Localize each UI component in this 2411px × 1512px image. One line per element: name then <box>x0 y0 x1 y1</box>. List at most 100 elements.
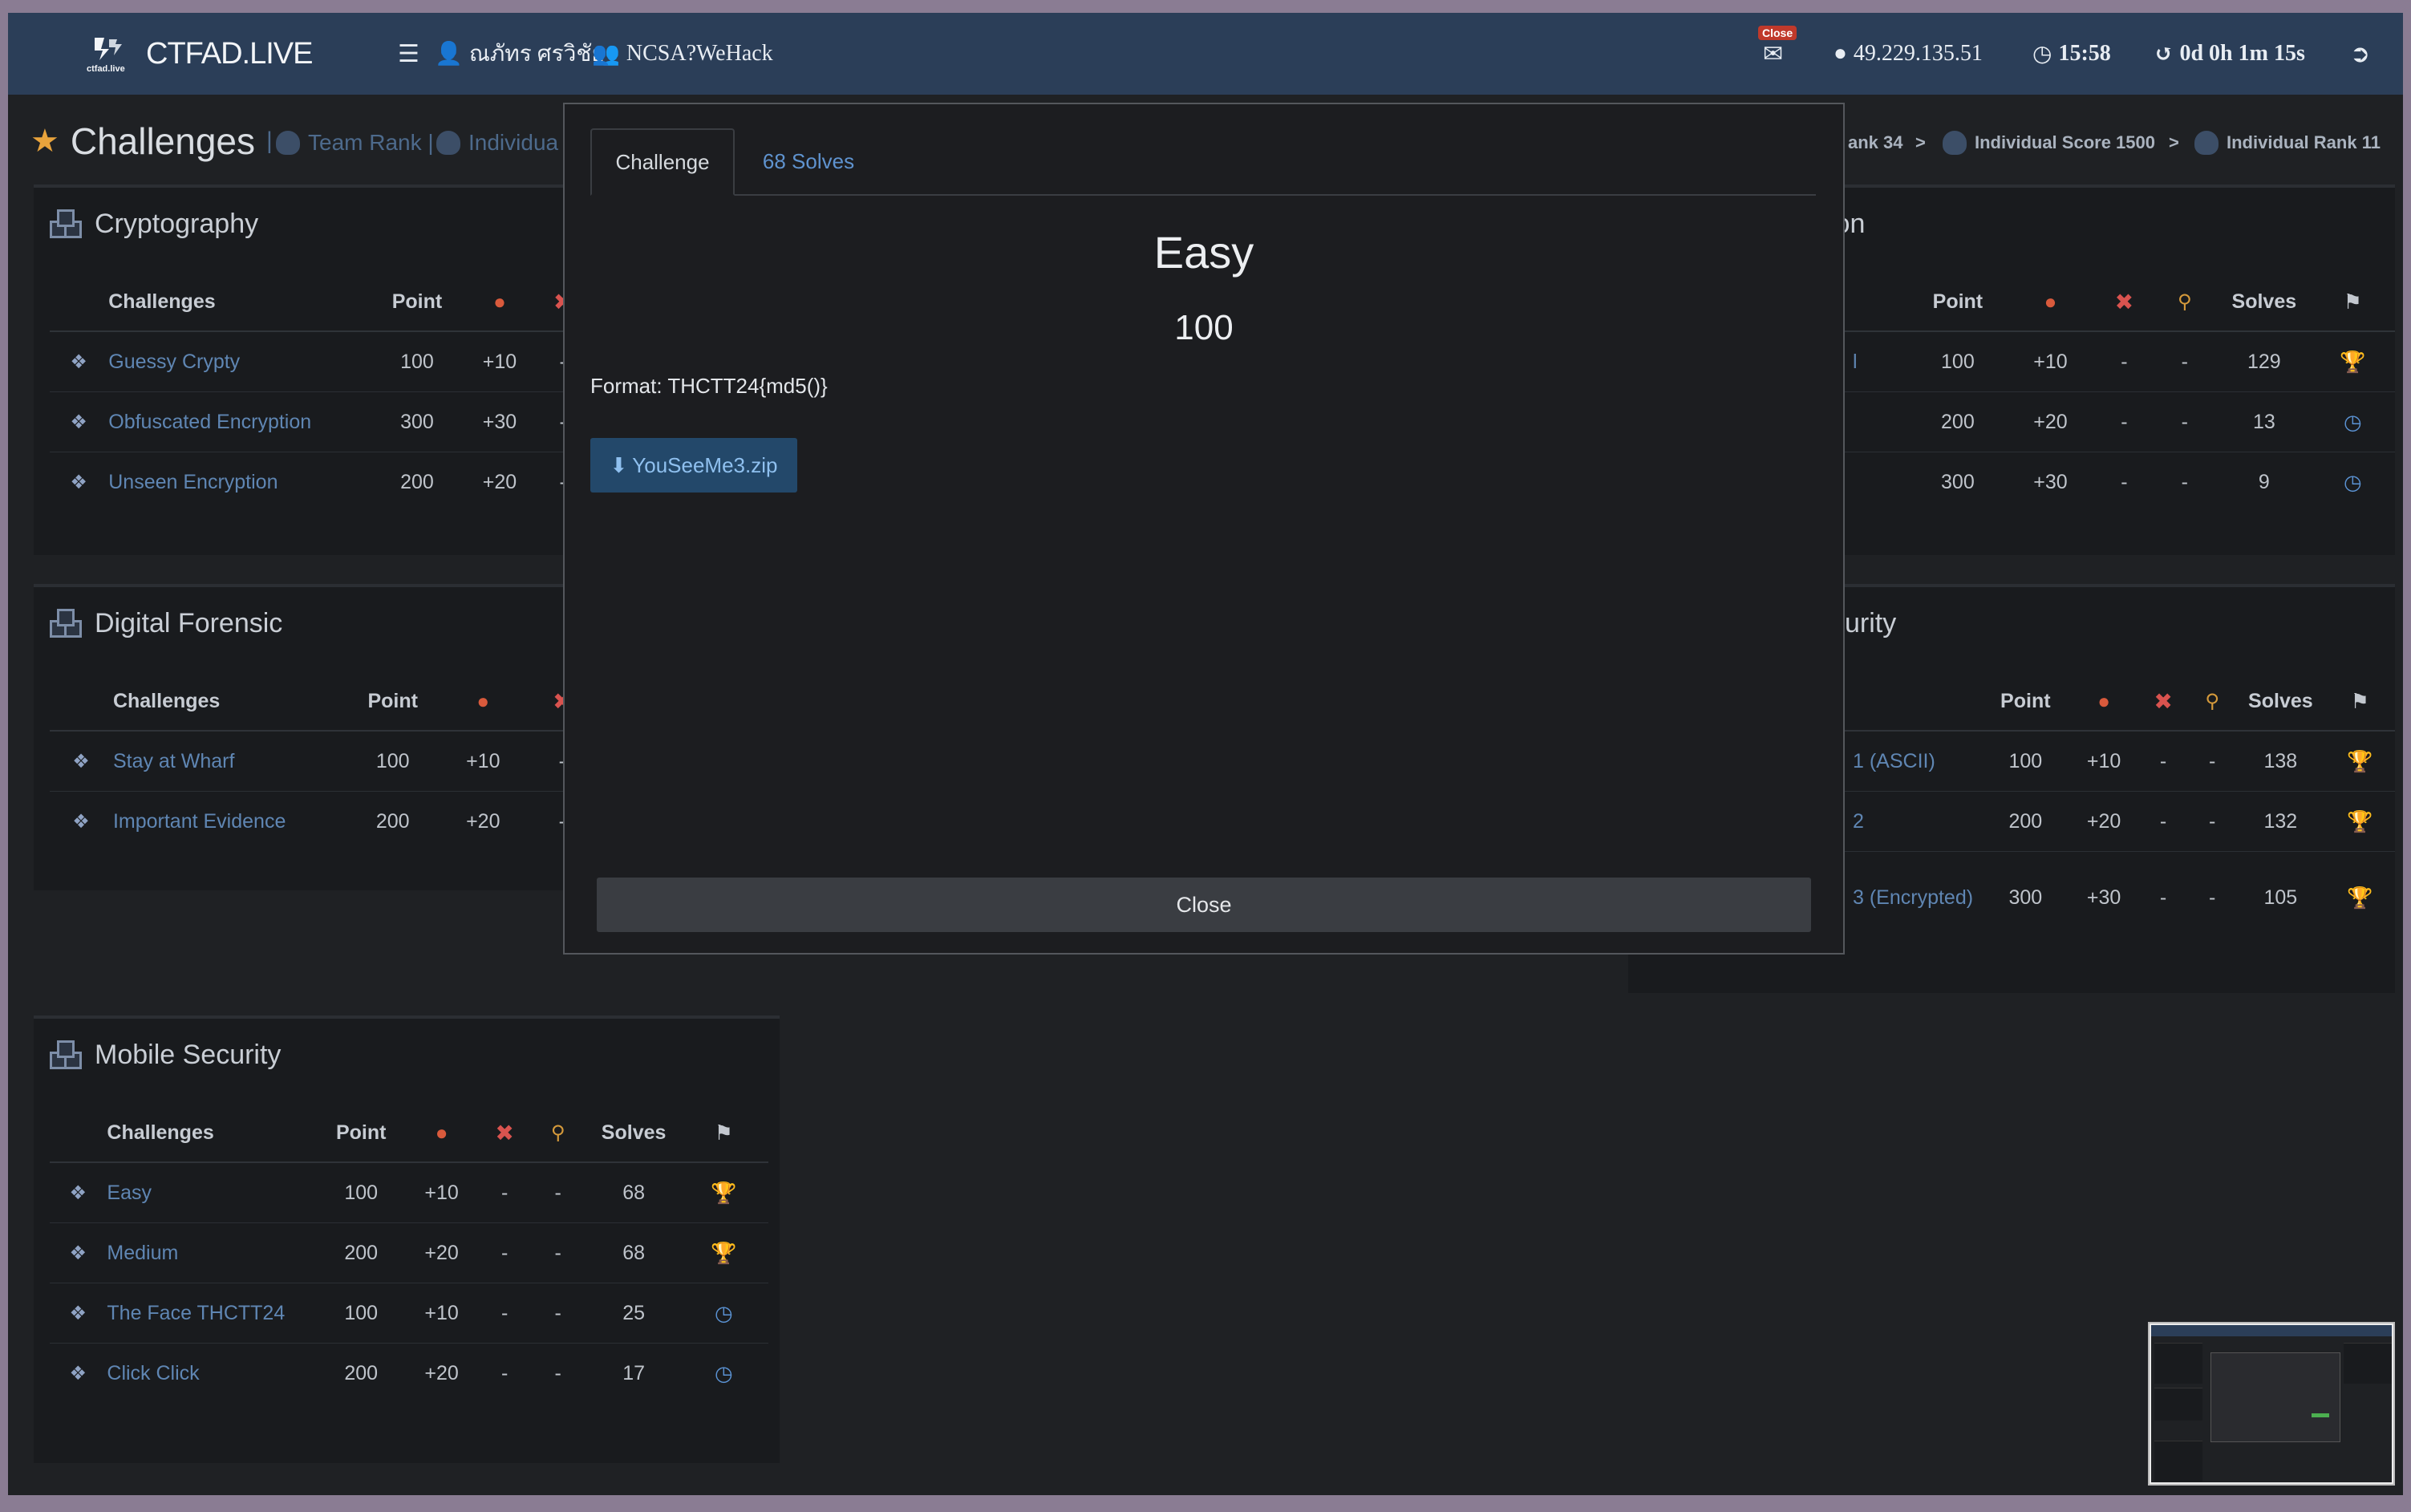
team-icon: 👥 <box>592 42 620 67</box>
wrong-cell: - <box>2097 452 2152 512</box>
drop-icon: ● <box>2004 273 2097 332</box>
challenge-link[interactable]: Unseen Encryption <box>107 452 366 512</box>
flag-icon: ⚑ <box>2324 672 2395 732</box>
col-solves: Solves <box>2236 672 2325 732</box>
breadcrumb-individual[interactable]: Individua <box>436 125 558 160</box>
key-icon: ⚲ <box>527 1104 589 1163</box>
trophy-icon: 🏆 <box>2324 851 2395 943</box>
modal-tab-bar: Challenge 68 Solves <box>590 128 1816 196</box>
flag-icon: ⚑ <box>2310 273 2395 332</box>
challenge-table: Challenges Point ● ✖ ❖ Stay at Wharf 100… <box>50 672 595 851</box>
brand-link[interactable]: ctfad.live CTFAD.LIVE <box>85 13 313 95</box>
point-cell: 100 <box>1911 330 2004 392</box>
cubes-icon <box>50 209 83 238</box>
x-icon: ✖ <box>2097 273 2152 332</box>
wrong-cell: - <box>2138 851 2189 943</box>
sign-out-icon[interactable]: ➲ <box>2350 13 2370 95</box>
point-cell: 200 <box>348 791 437 851</box>
bonus-cell: +20 <box>401 1222 482 1283</box>
trophy-icon: 🏆 <box>2324 791 2395 852</box>
category-panel-cryptography: Cryptography Challenges Point ● ✖ ❖ Gues… <box>34 184 595 555</box>
breadcrumb-rank: ank 34 <box>1848 125 1903 160</box>
challenge-description: Format: THCTT24{md5()} <box>590 374 828 398</box>
screen-thumbnail[interactable] <box>2148 1322 2395 1486</box>
table-row[interactable]: ❖ Easy 100 +10 - - 68 🏆 <box>50 1161 768 1223</box>
solves-cell: 9 <box>2218 452 2311 512</box>
category-title: urity <box>1845 607 1897 638</box>
bonus-cell: +30 <box>468 391 531 452</box>
team-name: NCSA?WeHack <box>626 41 773 66</box>
challenge-link[interactable]: Important Evidence <box>111 791 349 851</box>
col-challenges: Challenges <box>107 273 366 332</box>
drop-icon: ● <box>2069 672 2139 732</box>
challenge-link[interactable]: The Face THCTT24 <box>106 1283 321 1344</box>
thumbnail-highlight <box>2312 1413 2329 1417</box>
challenge-link[interactable]: Stay at Wharf <box>111 730 349 792</box>
category-panel-digital-forensic: Digital Forensic Challenges Point ● ✖ ❖ … <box>34 584 595 890</box>
breadcrumb-separator: > <box>2169 132 2179 152</box>
category-title-text: Digital Forensic <box>95 607 283 638</box>
user-name: ณภัทร ศรวิชัย <box>468 42 605 67</box>
person-icon <box>1943 131 1967 155</box>
table-row[interactable]: ❖ The Face THCTT24 100 +10 - - 25 ◷ <box>50 1283 768 1344</box>
download-file-button[interactable]: ⬇ YouSeeMe3.zip <box>590 438 797 493</box>
top-navbar: ctfad.live CTFAD.LIVE ☰ 👤 ณภัทร ศรวิชัย … <box>8 13 2403 95</box>
user-profile-link[interactable]: 👤 ณภัทร ศรวิชัย <box>435 13 605 95</box>
bonus-cell: +10 <box>401 1283 482 1344</box>
hint-cell: - <box>2188 730 2237 792</box>
hint-cell: - <box>2151 391 2219 452</box>
user-icon: 👤 <box>435 42 463 67</box>
individual-rank-text: Individual Rank 11 <box>2227 132 2381 152</box>
challenge-link[interactable]: Guessy Crypty <box>107 330 366 392</box>
col-point: Point <box>1911 273 2004 332</box>
svg-text:ctfad.live: ctfad.live <box>87 64 125 74</box>
table-row[interactable]: ❖ Obfuscated Encryption 300 +30 - <box>50 391 595 452</box>
table-row[interactable]: ❖ Guessy Crypty 100 +10 - <box>50 330 595 392</box>
close-button[interactable]: Close <box>597 878 1811 932</box>
table-row[interactable]: ❖ Important Evidence 200 +20 - <box>50 791 595 851</box>
mail-badge: Close <box>1758 26 1797 40</box>
table-row[interactable]: ❖ Unseen Encryption 200 +20 - <box>50 452 595 512</box>
category-title: Cryptography <box>50 204 258 244</box>
tab-solves[interactable]: 68 Solves <box>735 128 882 194</box>
star-icon: ★ <box>30 124 59 159</box>
solves-cell: 17 <box>588 1343 679 1403</box>
wrong-cell: - <box>481 1283 528 1344</box>
challenge-name: Easy <box>1153 227 1254 278</box>
table-row[interactable]: ❖ Stay at Wharf 100 +10 - <box>50 730 595 792</box>
breadcrumb-individual-score: Individual Score 1500 <box>1943 125 2155 160</box>
table-row[interactable]: ❖ Medium 200 +20 - - 68 🏆 <box>50 1222 768 1283</box>
bonus-cell: +10 <box>436 730 529 792</box>
solves-cell: 138 <box>2236 730 2325 792</box>
table-row[interactable]: ❖ Click Click 200 +20 - - 17 ◷ <box>50 1343 768 1403</box>
breadcrumb-team-rank[interactable]: Team Rank | <box>276 125 434 160</box>
point-cell: 100 <box>320 1161 402 1223</box>
wrong-cell: - <box>2138 730 2189 792</box>
team-link[interactable]: 👥 NCSA?WeHack <box>592 13 773 95</box>
bonus-cell: +10 <box>2069 730 2139 792</box>
bonus-cell: +20 <box>401 1343 482 1403</box>
cube-icon: ❖ <box>50 1343 107 1403</box>
challenge-link[interactable]: Obfuscated Encryption <box>107 391 366 452</box>
point-cell: 200 <box>365 452 469 512</box>
hamburger-menu-icon[interactable]: ☰ <box>398 13 419 95</box>
point-cell: 200 <box>1981 791 2070 852</box>
cube-icon: ❖ <box>50 730 112 792</box>
thumbnail-panel <box>2154 1343 2202 1384</box>
server-clock: ◷ 15:58 <box>2032 13 2111 95</box>
notifications-button[interactable]: Close ✉ <box>1758 13 1797 95</box>
solves-cell: 129 <box>2218 330 2311 392</box>
challenge-link[interactable]: Easy <box>106 1161 321 1223</box>
drop-icon: ● <box>401 1104 482 1163</box>
hint-cell: - <box>527 1283 589 1344</box>
point-cell: 300 <box>365 391 469 452</box>
trophy-icon: 🏆 <box>2310 330 2395 392</box>
challenge-link[interactable]: Medium <box>106 1222 321 1283</box>
individual-score-text: Individual Score 1500 <box>1975 132 2155 152</box>
solves-cell: 13 <box>2218 391 2311 452</box>
wrong-cell: - <box>481 1161 528 1223</box>
drop-icon: ● <box>436 672 529 732</box>
tab-challenge[interactable]: Challenge <box>590 128 735 196</box>
challenge-link[interactable]: Click Click <box>106 1343 321 1403</box>
breadcrumb-separator: > <box>1915 132 1926 152</box>
